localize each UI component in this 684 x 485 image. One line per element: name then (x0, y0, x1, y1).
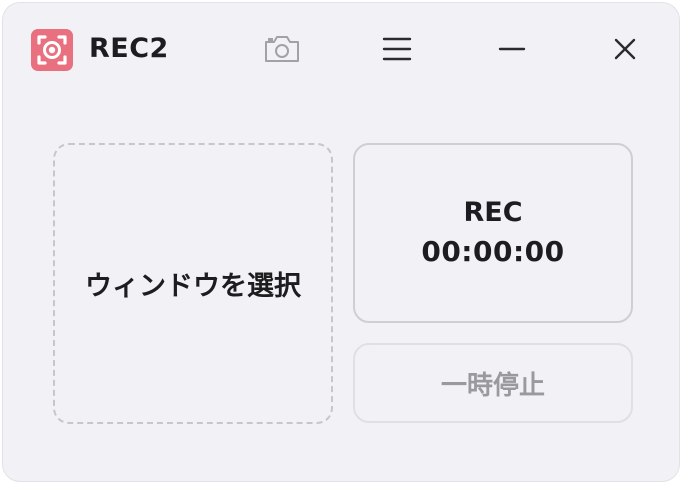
record-timer: 00:00:00 (421, 235, 565, 268)
record-frame-icon (31, 29, 73, 71)
menu-button[interactable] (373, 25, 421, 73)
minimize-button[interactable] (488, 25, 536, 73)
record-button[interactable]: REC 00:00:00 (353, 143, 633, 323)
app-window: REC2 ウィンドウを選択 REC 00:00:00 一時停止 (2, 2, 680, 482)
pause-label: 一時停止 (440, 370, 545, 401)
select-window-label: ウィンドウを選択 (85, 271, 301, 302)
pause-button: 一時停止 (353, 343, 633, 423)
app-title: REC2 (89, 33, 169, 64)
record-label: REC (463, 197, 523, 228)
select-window-button[interactable]: ウィンドウを選択 (53, 143, 333, 424)
camera-icon (265, 36, 299, 62)
hamburger-menu-icon (382, 37, 412, 61)
close-icon (614, 38, 636, 60)
minimize-icon (498, 47, 526, 51)
close-button[interactable] (601, 25, 649, 73)
screenshot-button[interactable] (258, 25, 306, 73)
